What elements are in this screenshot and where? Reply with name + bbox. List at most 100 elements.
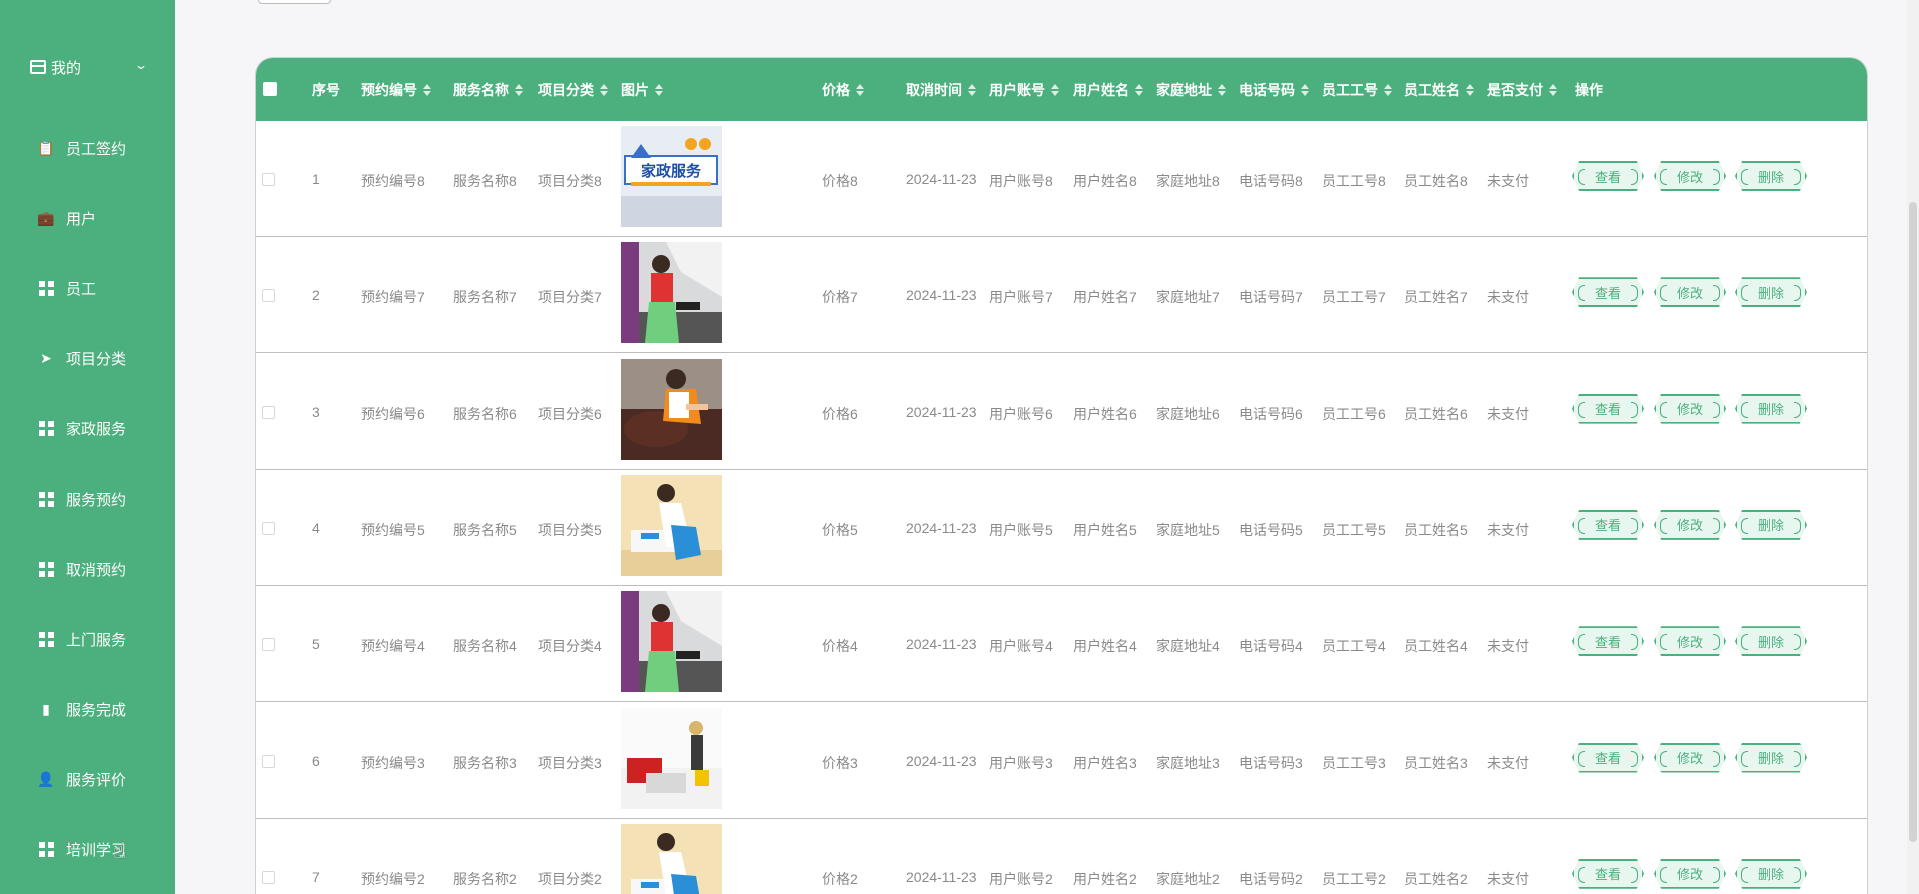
sidebar-item-6[interactable]: 服务预约 [38, 487, 126, 511]
sidebar-item-1[interactable]: 📋 员工签约 [37, 136, 126, 160]
cell-price: 价格4 [822, 638, 858, 655]
cell-user-name: 用户姓名2 [1073, 870, 1137, 887]
row-checkbox[interactable] [262, 405, 275, 419]
sidebar-item-4[interactable]: ➤ 项目分类 [38, 346, 126, 370]
cell-emp-name: 员工姓名6 [1404, 405, 1468, 422]
edit-button[interactable]: 修改 [1654, 626, 1726, 657]
page-scrollbar[interactable] [1907, 0, 1919, 894]
sort-icon[interactable] [968, 83, 976, 97]
cell-cancel-time: 2024-11-23 [906, 171, 977, 187]
sort-icon[interactable] [1135, 83, 1143, 97]
cell-emp-name: 员工姓名4 [1404, 638, 1468, 655]
column-header[interactable]: 员工工号 [1322, 80, 1392, 100]
delete-button[interactable]: 删除 [1735, 742, 1807, 773]
column-header[interactable]: 取消时间 [906, 80, 976, 100]
sidebar-header-mine[interactable]: 我的 ⌄ [30, 56, 149, 78]
edit-button[interactable]: 修改 [1654, 161, 1726, 191]
edit-button[interactable]: 修改 [1654, 277, 1726, 308]
column-header[interactable]: 价格 [822, 80, 864, 100]
cell-no: 2 [312, 287, 320, 304]
column-header: 操作 [1575, 82, 1603, 98]
cell-phone: 电话号码8 [1239, 173, 1303, 189]
row-checkbox[interactable] [262, 754, 275, 768]
sort-icon[interactable] [856, 83, 864, 97]
service-image [621, 823, 722, 894]
sort-icon[interactable] [1466, 83, 1474, 97]
cell-price: 价格7 [822, 289, 858, 306]
cell-price: 价格3 [822, 754, 858, 771]
column-header[interactable]: 员工姓名 [1404, 80, 1474, 100]
edit-button[interactable]: 修改 [1654, 509, 1726, 540]
view-button[interactable]: 查看 [1572, 858, 1644, 889]
chevron-down-icon: ⌄ [133, 58, 149, 72]
sort-icon[interactable] [1218, 83, 1226, 97]
sort-icon[interactable] [1384, 83, 1392, 97]
cell-category: 项目分类4 [538, 638, 602, 655]
edit-button[interactable]: 修改 [1654, 393, 1726, 424]
view-button[interactable]: 查看 [1572, 277, 1644, 308]
sidebar-item-8[interactable]: 上门服务 [38, 627, 126, 651]
view-button[interactable]: 查看 [1572, 393, 1644, 424]
delete-button[interactable]: 删除 [1735, 393, 1807, 424]
row-checkbox[interactable] [262, 521, 275, 535]
row-checkbox[interactable] [262, 289, 275, 303]
column-header[interactable]: 家庭地址 [1156, 80, 1226, 100]
sidebar-item-9[interactable]: ▮ 服务完成 [38, 697, 126, 721]
cell-service: 服务名称5 [453, 521, 517, 538]
view-button[interactable]: 查看 [1572, 742, 1644, 773]
column-header[interactable]: 预约编号 [361, 80, 431, 100]
scrollbar-thumb[interactable] [1909, 202, 1917, 842]
cell-category: 项目分类6 [538, 405, 602, 422]
sort-icon[interactable] [515, 83, 523, 97]
cell-code: 预约编号2 [361, 870, 425, 887]
view-button[interactable]: 查看 [1572, 161, 1644, 191]
column-header[interactable]: 用户姓名 [1073, 80, 1143, 100]
cell-service: 服务名称3 [453, 754, 517, 771]
cell-user-name: 用户姓名7 [1073, 289, 1137, 306]
column-header[interactable]: 电话号码 [1239, 80, 1309, 100]
sort-icon[interactable] [1301, 83, 1309, 97]
delete-button[interactable]: 删除 [1735, 161, 1807, 191]
column-header[interactable]: 项目分类 [538, 80, 608, 100]
column-header[interactable]: 服务名称 [453, 80, 523, 100]
column-header[interactable]: 是否支付 [1487, 80, 1557, 100]
view-button[interactable]: 查看 [1572, 509, 1644, 540]
cell-account: 用户账号3 [989, 754, 1053, 771]
sort-icon[interactable] [423, 83, 431, 97]
delete-button[interactable]: 删除 [1735, 277, 1807, 308]
cell-price: 价格2 [822, 870, 858, 887]
sidebar-item-10[interactable]: 👤 服务评价 [37, 767, 126, 791]
cell-paid: 未支付 [1487, 289, 1529, 306]
toolbar-button[interactable] [258, 0, 331, 4]
cell-category: 项目分类7 [538, 289, 602, 306]
sort-icon[interactable] [1549, 83, 1557, 97]
cell-emp-name: 员工姓名8 [1404, 173, 1468, 189]
cell-code: 预约编号5 [361, 521, 425, 538]
grid-icon [38, 561, 54, 577]
delete-button[interactable]: 删除 [1735, 626, 1807, 657]
row-checkbox[interactable] [262, 173, 275, 186]
sort-icon[interactable] [1051, 83, 1059, 97]
delete-button[interactable]: 删除 [1735, 858, 1807, 889]
cell-code: 预约编号8 [361, 173, 425, 189]
view-button[interactable]: 查看 [1572, 626, 1644, 657]
row-checkbox[interactable] [262, 638, 275, 652]
cell-price: 价格5 [822, 521, 858, 538]
sidebar-item-7[interactable]: 取消预约 [38, 557, 126, 581]
delete-button[interactable]: 删除 [1735, 509, 1807, 540]
sidebar-item-2[interactable]: 💼 用户 [37, 206, 96, 230]
edit-button[interactable]: 修改 [1654, 742, 1726, 773]
sort-icon[interactable] [600, 83, 608, 97]
grid-icon [38, 420, 54, 436]
column-header[interactable]: 图片 [621, 80, 663, 100]
sidebar-item-5[interactable]: 家政服务 [38, 416, 126, 440]
edit-button[interactable]: 修改 [1654, 858, 1726, 889]
sort-icon[interactable] [655, 83, 663, 97]
cell-cancel-time: 2024-11-23 [906, 868, 977, 885]
sidebar-item-label: 家政服务 [66, 420, 127, 438]
sidebar-item-3[interactable]: 员工 [38, 276, 96, 300]
row-checkbox[interactable] [262, 870, 275, 884]
sidebar-item-label: 取消预约 [66, 561, 127, 579]
column-header[interactable]: 用户账号 [989, 80, 1059, 100]
select-all-checkbox[interactable] [263, 82, 277, 96]
